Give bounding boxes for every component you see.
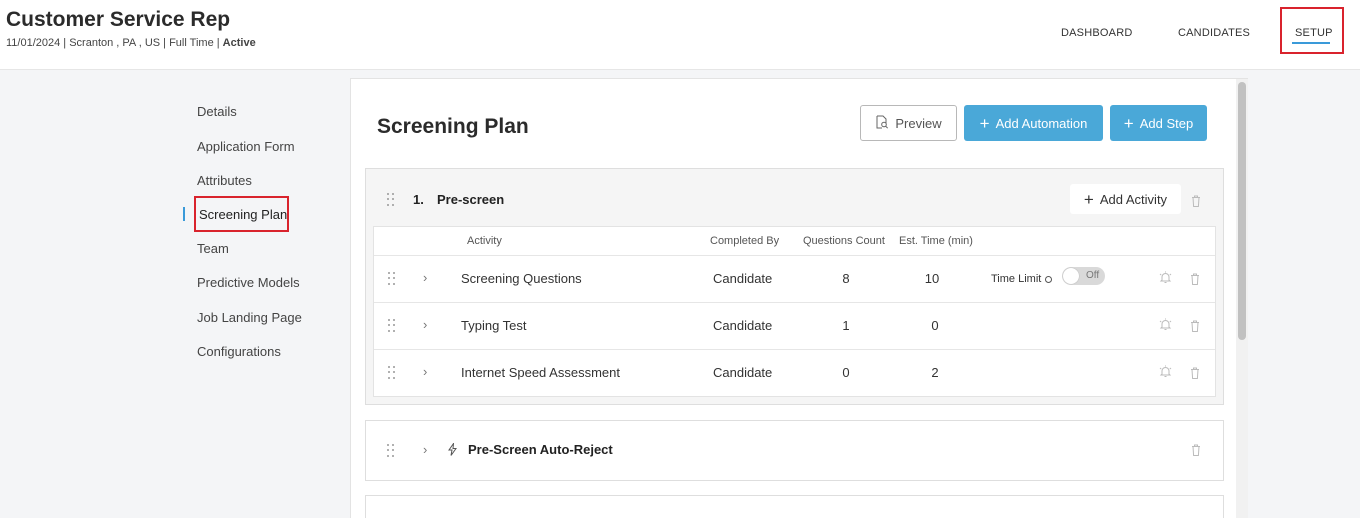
time-limit-toggle[interactable]: Off [1062, 267, 1105, 285]
job-meta: 11/01/2024 | Scranton , PA , US | Full T… [6, 37, 256, 49]
column-header-completed-by: Completed By [710, 235, 780, 247]
sidebar-item-attributes[interactable]: Attributes [197, 173, 252, 188]
step-card [365, 495, 1224, 518]
preview-icon [875, 115, 889, 132]
drag-handle-icon[interactable] [387, 193, 395, 207]
nav-dashboard[interactable]: DASHBOARD [1061, 27, 1132, 39]
row-divider [374, 302, 1215, 303]
sidebar-item-application-form[interactable]: Application Form [197, 139, 295, 154]
automation-name: Pre-Screen Auto-Reject [468, 442, 613, 457]
est-time: 10 [924, 271, 940, 286]
questions-count: 0 [842, 365, 850, 380]
activity-name: Screening Questions [461, 271, 582, 286]
nav-setup[interactable]: SETUP [1295, 27, 1333, 39]
time-limit: Time Limit [991, 273, 1053, 285]
drag-handle-icon[interactable] [387, 444, 395, 458]
preview-label: Preview [895, 115, 942, 131]
add-automation-button[interactable]: + Add Automation [964, 105, 1103, 141]
row-divider [374, 349, 1215, 350]
column-header-est-time: Est. Time (min) [899, 235, 973, 247]
plus-icon: + [979, 113, 990, 133]
add-activity-button[interactable]: + Add Activity [1070, 184, 1181, 214]
sidebar-item-configurations[interactable]: Configurations [197, 344, 281, 359]
drag-handle-icon[interactable] [388, 272, 396, 286]
scrollbar-thumb[interactable] [1238, 82, 1246, 340]
nav-setup-underline [1292, 42, 1330, 44]
activity-name: Typing Test [461, 318, 527, 333]
bell-icon[interactable] [1159, 318, 1172, 336]
activity-name: Internet Speed Assessment [461, 365, 620, 380]
completed-by: Candidate [713, 318, 773, 333]
add-activity-label: Add Activity [1099, 191, 1168, 207]
job-status: Active [222, 37, 256, 49]
plus-icon: + [1083, 189, 1094, 209]
row-divider [374, 255, 1215, 256]
sidebar [0, 70, 340, 518]
header: Customer Service Rep 11/01/2024 | Scrant… [0, 0, 1360, 70]
drag-handle-icon[interactable] [388, 366, 396, 380]
trash-icon[interactable] [1191, 444, 1201, 456]
job-title: Customer Service Rep [6, 8, 231, 31]
column-header-activity: Activity [467, 235, 502, 247]
column-header-questions-count: Questions Count [803, 235, 885, 247]
sidebar-item-job-landing-page[interactable]: Job Landing Page [197, 310, 302, 325]
sidebar-item-screening-plan[interactable]: Screening Plan [199, 207, 287, 222]
sidebar-item-predictive-models[interactable]: Predictive Models [197, 275, 300, 290]
questions-count: 1 [842, 318, 850, 333]
est-time: 2 [931, 365, 939, 380]
step-name: Pre-screen [437, 192, 505, 207]
completed-by: Candidate [713, 271, 773, 286]
trash-icon[interactable] [1190, 320, 1200, 332]
chevron-right-icon[interactable]: › [423, 317, 427, 332]
lightning-icon [448, 441, 457, 461]
sidebar-active-indicator [183, 207, 185, 221]
nav-candidates[interactable]: CANDIDATES [1178, 27, 1250, 39]
toggle-knob [1063, 268, 1079, 284]
add-step-button[interactable]: + Add Step [1110, 105, 1207, 141]
info-icon [1045, 275, 1053, 283]
chevron-right-icon[interactable]: › [423, 364, 427, 379]
bell-icon[interactable] [1159, 271, 1172, 289]
plus-icon: + [1123, 113, 1134, 133]
drag-handle-icon[interactable] [388, 319, 396, 333]
page-title: Screening Plan [377, 115, 529, 138]
bell-icon[interactable] [1159, 365, 1172, 383]
time-limit-label: Time Limit [991, 273, 1042, 285]
job-meta-text: 11/01/2024 | Scranton , PA , US | Full T… [6, 37, 223, 49]
chevron-right-icon[interactable]: › [423, 270, 427, 285]
questions-count: 8 [842, 271, 850, 286]
sidebar-item-details[interactable]: Details [197, 104, 237, 119]
trash-icon[interactable] [1190, 367, 1200, 379]
step-number: 1. [413, 192, 424, 207]
trash-icon[interactable] [1190, 273, 1200, 285]
completed-by: Candidate [713, 365, 773, 380]
add-step-label: Add Step [1139, 115, 1194, 131]
est-time: 0 [931, 318, 939, 333]
chevron-right-icon[interactable]: › [423, 442, 427, 457]
sidebar-item-team[interactable]: Team [197, 241, 229, 256]
trash-icon[interactable] [1191, 195, 1201, 207]
add-automation-label: Add Automation [995, 115, 1088, 131]
preview-button[interactable]: Preview [860, 105, 957, 141]
toggle-state: Off [1086, 270, 1100, 281]
